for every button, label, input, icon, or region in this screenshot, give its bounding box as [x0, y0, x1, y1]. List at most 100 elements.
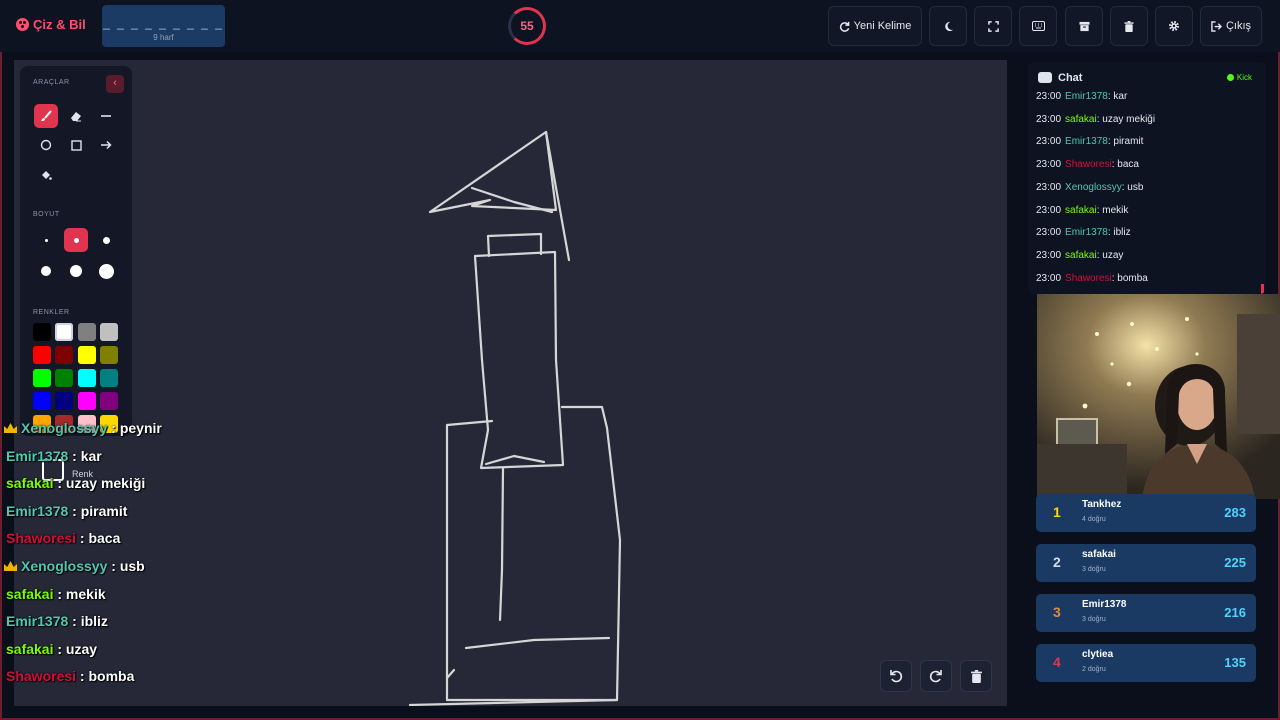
fill-tool[interactable] [34, 163, 58, 187]
color-swatch[interactable] [100, 346, 118, 364]
clear-button[interactable] [1110, 6, 1148, 46]
color-swatch[interactable] [33, 346, 51, 364]
rectangle-tool[interactable] [64, 133, 88, 157]
message-username[interactable]: Emir1378 [1065, 227, 1108, 238]
chat-message: 23:00 safakai: uzay mekiği [1036, 114, 1155, 125]
message-username[interactable]: Shaworesi [1065, 273, 1112, 284]
trash-icon [970, 669, 982, 683]
overlay-chat-line: Emir1378 : piramit [6, 503, 127, 519]
size-option-3[interactable] [94, 228, 118, 252]
overlay-username: Shaworesi [6, 668, 77, 685]
exit-button[interactable]: Çıkış [1200, 6, 1262, 46]
redo-button[interactable] [920, 660, 952, 692]
colors-section-label: RENKLER [33, 309, 70, 316]
color-swatch[interactable] [55, 323, 73, 341]
size-option-1[interactable] [34, 228, 58, 252]
chat-scrollbar[interactable] [1261, 284, 1264, 294]
word-hint: _ _ _ _ _ _ _ _ _ 9 harf [102, 5, 225, 47]
overlay-message: : piramit [72, 502, 128, 519]
message-text: : ibliz [1107, 227, 1131, 239]
player-score: 216 [1224, 605, 1246, 620]
message-username[interactable]: Emir1378 [1065, 136, 1108, 147]
overlay-username: safakai [6, 475, 54, 492]
undo-icon [890, 670, 903, 683]
message-time: 23:00 [1036, 159, 1062, 171]
overlay-chat-line: safakai : uzay [6, 641, 97, 657]
new-word-button[interactable]: Yeni Kelime [828, 6, 922, 46]
message-username[interactable]: Shaworesi [1065, 159, 1112, 170]
keyboard-button[interactable] [1019, 6, 1057, 46]
arrow-tool[interactable] [94, 133, 118, 157]
chat-title: Chat [1058, 72, 1083, 84]
message-time: 23:00 [1036, 91, 1062, 102]
round-timer: 55 [508, 7, 546, 45]
message-time: 23:00 [1036, 249, 1062, 261]
sketch-drawing [408, 130, 622, 706]
line-tool[interactable] [94, 104, 118, 128]
circle-icon [40, 139, 52, 151]
settings-button[interactable] [1155, 6, 1193, 46]
overlay-chat-line: safakai : mekik [6, 586, 106, 602]
brush-tool[interactable] [34, 104, 58, 128]
message-username[interactable]: safakai [1065, 114, 1097, 125]
leaderboard-row: 1 Tankhez 4 doğru 283 [1036, 494, 1256, 532]
color-swatch[interactable] [78, 392, 96, 410]
size-option-2[interactable] [64, 228, 88, 252]
overlay-message: : usb [111, 558, 145, 574]
tools-section-label: ARAÇLAR [33, 79, 70, 86]
dark-mode-button[interactable] [929, 6, 967, 46]
overlay-chat-line: Shaworesi : bomba [6, 668, 134, 684]
app-logo[interactable]: Çiz & Bil [16, 17, 86, 32]
archive-button[interactable] [1065, 6, 1103, 46]
player-score: 283 [1224, 505, 1246, 520]
brush-icon [41, 110, 52, 121]
overlay-chat-line: Shaworesi : baca [6, 530, 120, 546]
color-swatch[interactable] [33, 323, 51, 341]
message-text: : mekik [1096, 204, 1129, 216]
overlay-username: Xenoglossyy [21, 420, 108, 436]
collapse-panel-button[interactable]: ‹ [106, 75, 124, 93]
size-option-5[interactable] [64, 259, 88, 283]
color-swatch[interactable] [55, 346, 73, 364]
size-option-6[interactable] [94, 259, 118, 283]
overlay-chat-line: Emir1378 : kar [6, 448, 102, 464]
eraser-tool[interactable] [64, 104, 88, 128]
size-option-4[interactable] [34, 259, 58, 283]
message-username[interactable]: Emir1378 [1065, 91, 1108, 102]
canvas-clear-button[interactable] [960, 660, 992, 692]
undo-button[interactable] [880, 660, 912, 692]
moon-icon [944, 21, 953, 31]
message-time: 23:00 [1036, 227, 1062, 239]
color-swatch[interactable] [55, 369, 73, 387]
exit-label: Çıkış [1225, 20, 1252, 32]
leaderboard-row: 3 Emir1378 3 doğru 216 [1036, 594, 1256, 632]
color-swatch[interactable] [33, 369, 51, 387]
overlay-username: Emir1378 [6, 613, 69, 630]
rank-number: 2 [1053, 554, 1061, 570]
color-swatch[interactable] [78, 369, 96, 387]
color-swatch[interactable] [55, 392, 73, 410]
color-swatch[interactable] [78, 346, 96, 364]
color-swatch[interactable] [100, 392, 118, 410]
chat-message: 23:00 Xenoglossyy: usb [1036, 182, 1143, 193]
sign-out-icon [1211, 20, 1222, 32]
correct-count: 3 doğru [1082, 566, 1106, 573]
message-username[interactable]: safakai [1065, 250, 1097, 261]
drawing-canvas[interactable] [14, 60, 1007, 706]
circle-tool[interactable] [34, 133, 58, 157]
size-section-label: BOYUT [33, 211, 60, 218]
rank-number: 3 [1053, 604, 1061, 620]
overlay-message: : baca [79, 530, 121, 547]
chat-panel: Chat Kick 23:00 Emir1378: kar 23:00 safakai… [1028, 62, 1266, 294]
message-username[interactable]: Xenoglossyy [1065, 182, 1122, 193]
color-swatch[interactable] [100, 369, 118, 387]
color-swatch[interactable] [33, 392, 51, 410]
color-swatch[interactable] [78, 323, 96, 341]
overlay-username: Xenoglossyy [21, 558, 108, 574]
fullscreen-button[interactable] [974, 6, 1012, 46]
expand-icon [987, 20, 999, 32]
message-username[interactable]: safakai [1065, 205, 1097, 216]
overlay-message: : mekik [57, 585, 106, 602]
color-swatch[interactable] [100, 323, 118, 341]
trash-icon [1124, 20, 1134, 32]
